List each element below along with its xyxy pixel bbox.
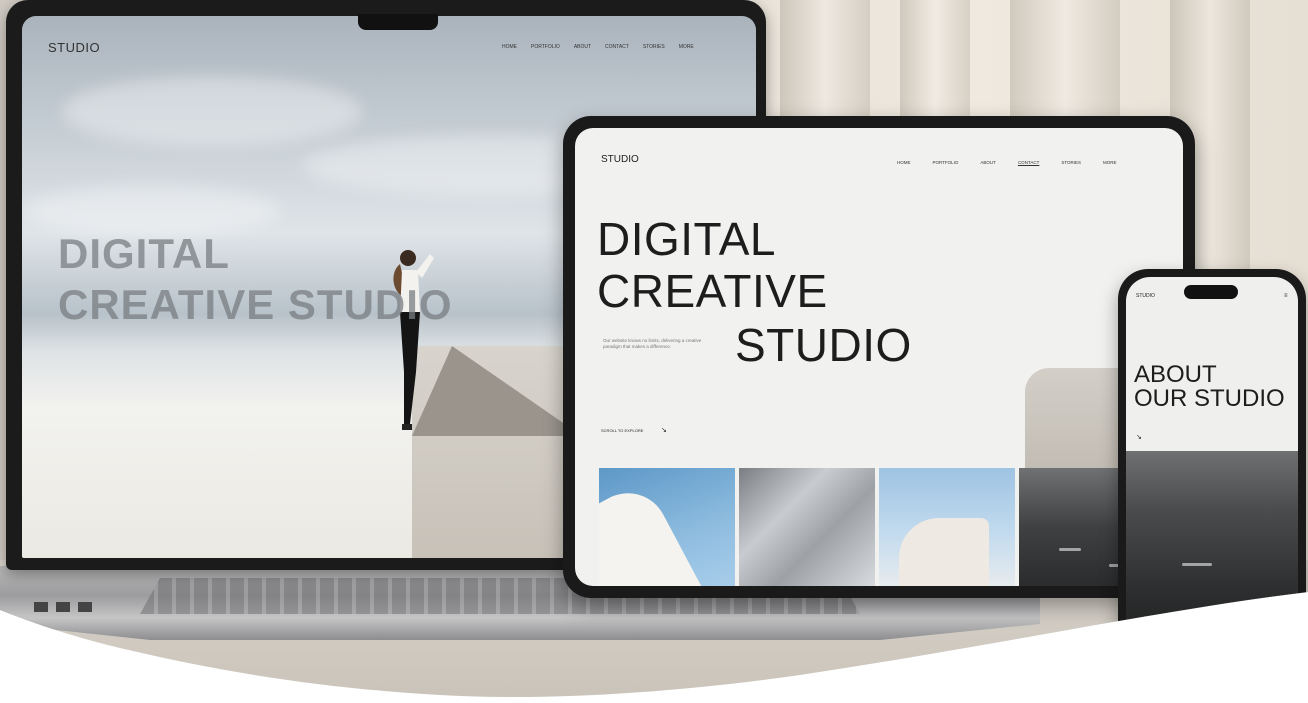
- hero-description: Our website knows no limits, delivering …: [603, 338, 702, 349]
- phone-screen: STUDIO ≡ ABOUT OUR STUDIO ↘: [1126, 277, 1298, 645]
- hero-title-line-1: DIGITAL: [597, 213, 777, 265]
- cloud: [62, 76, 362, 146]
- laptop-ports: [34, 602, 94, 612]
- nav-item-portfolio[interactable]: PORTFOLIO: [531, 44, 560, 50]
- cloud: [22, 186, 282, 236]
- nav-item-stories[interactable]: STORIES: [1061, 160, 1081, 165]
- hero-title-line-2: CREATIVE: [597, 265, 828, 317]
- site-brand[interactable]: STUDIO: [601, 154, 639, 165]
- nav-item-portfolio[interactable]: PORTFOLIO: [933, 160, 959, 165]
- nav-item-about[interactable]: ABOUT: [574, 44, 591, 50]
- hero-title-line-1: DIGITAL: [58, 230, 230, 277]
- nav-item-home[interactable]: HOME: [897, 160, 911, 165]
- hero-title-line-2: OUR STUDIO: [1134, 385, 1285, 412]
- tablet-screen: STUDIO HOME PORTFOLIO ABOUT CONTACT STOR…: [575, 128, 1183, 586]
- nav-item-contact[interactable]: CONTACT: [1018, 160, 1039, 165]
- site-brand[interactable]: STUDIO: [1136, 293, 1155, 299]
- nav-item-more[interactable]: MORE: [1103, 160, 1117, 165]
- site-brand[interactable]: STUDIO: [48, 40, 100, 55]
- gallery-thumbnail[interactable]: [739, 468, 875, 586]
- wave-crest: [1182, 563, 1212, 566]
- ocean-image: [1126, 451, 1298, 645]
- hero-title-line-2: CREATIVE STUDIO: [58, 281, 453, 328]
- tablet: STUDIO HOME PORTFOLIO ABOUT CONTACT STOR…: [563, 116, 1195, 598]
- arrow-down-right-icon[interactable]: ↘: [661, 426, 667, 434]
- nav-item-home[interactable]: HOME: [502, 44, 517, 50]
- hero-title-line-3: STUDIO: [735, 319, 912, 371]
- nav-item-stories[interactable]: STORIES: [643, 44, 665, 50]
- nav-item-contact[interactable]: CONTACT: [605, 44, 629, 50]
- smartphone: STUDIO ≡ ABOUT OUR STUDIO ↘: [1118, 269, 1306, 653]
- nav-item-about[interactable]: ABOUT: [980, 160, 996, 165]
- phone-dynamic-island: [1184, 285, 1238, 299]
- site-nav: HOME PORTFOLIO ABOUT CONTACT STORIES MOR…: [897, 160, 1117, 165]
- site-nav: HOME PORTFOLIO ABOUT CONTACT STORIES MOR…: [502, 44, 694, 50]
- laptop-camera-notch: [358, 14, 438, 30]
- gallery-thumbnail[interactable]: [599, 468, 735, 586]
- menu-icon[interactable]: ≡: [1284, 293, 1288, 299]
- hero-title-line-1: ABOUT: [1134, 361, 1217, 388]
- arrow-down-right-icon[interactable]: ↘: [1136, 433, 1142, 441]
- product-mockup-scene: STUDIO HOME PORTFOLIO ABOUT CONTACT STOR…: [0, 0, 1308, 703]
- scroll-cta-link[interactable]: SCROLL TO EXPLORE: [601, 428, 643, 433]
- woman-figure: [380, 242, 440, 442]
- gallery-thumbnail[interactable]: [879, 468, 1015, 586]
- wave-crest: [1059, 548, 1081, 551]
- nav-item-more[interactable]: MORE: [679, 44, 694, 50]
